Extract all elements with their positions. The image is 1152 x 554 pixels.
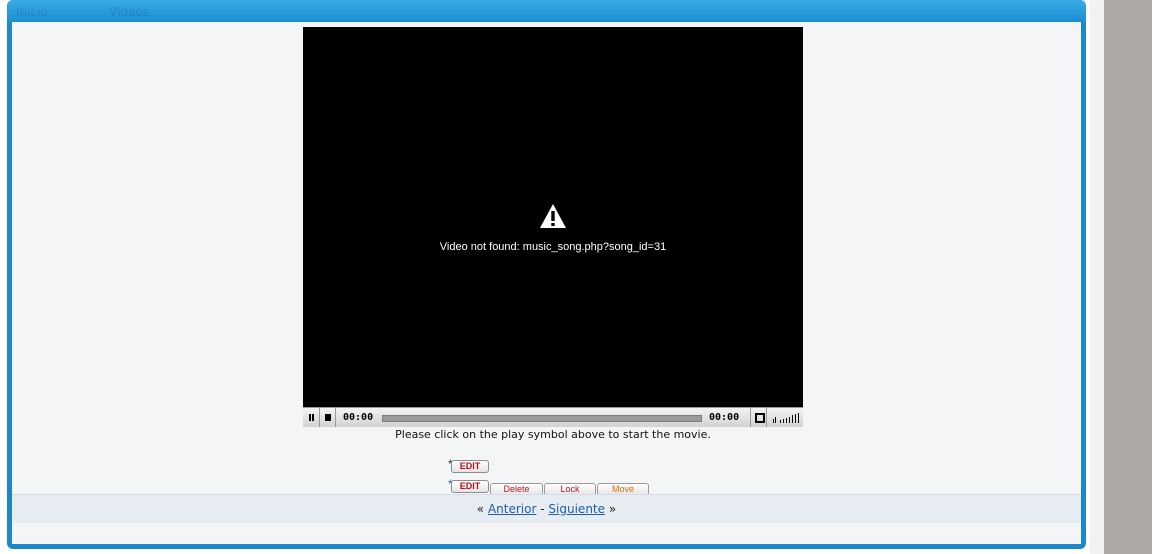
breadcrumb-item[interactable]: Inicio bbox=[16, 5, 48, 19]
prev-quote: « bbox=[476, 502, 485, 516]
volume-icon[interactable] bbox=[773, 413, 799, 423]
stop-icon[interactable] bbox=[320, 408, 336, 427]
pause-icon[interactable] bbox=[303, 408, 320, 427]
total-time: 00:00 bbox=[709, 412, 740, 423]
next-link[interactable]: Siguiente bbox=[548, 502, 605, 516]
edit-topic-button[interactable]: EDIT bbox=[451, 480, 489, 493]
edit-button[interactable]: EDIT bbox=[451, 460, 489, 473]
player-caption: Please click on the play symbol above to… bbox=[395, 428, 711, 441]
video-player[interactable]: Video not found: music_song.php?song_id=… bbox=[303, 27, 803, 427]
fullscreen-icon[interactable] bbox=[750, 408, 767, 427]
next-quote: » bbox=[608, 502, 617, 516]
elapsed-time: 00:00 bbox=[343, 412, 374, 423]
prev-link[interactable]: Anterior bbox=[488, 502, 536, 516]
frame-title-bar: Inicio Vídeos bbox=[7, 0, 1086, 22]
page-gutter bbox=[1090, 0, 1104, 554]
video-screen[interactable]: Video not found: music_song.php?song_id=… bbox=[303, 27, 803, 407]
content-frame: Inicio Vídeos Video not found: music_son… bbox=[7, 0, 1086, 549]
video-error-message: Video not found: music_song.php?song_id=… bbox=[439, 241, 667, 253]
pagination: « Anterior - Siguiente » bbox=[12, 494, 1081, 523]
warning-icon bbox=[540, 204, 566, 228]
player-controls: 00:00 00:00 bbox=[303, 407, 803, 427]
breadcrumb-item[interactable]: Vídeos bbox=[109, 5, 149, 19]
window-side-strip bbox=[1104, 0, 1152, 554]
seek-bar[interactable] bbox=[382, 415, 702, 422]
content-panel: Video not found: music_song.php?song_id=… bbox=[12, 22, 1081, 544]
pager-separator: - bbox=[540, 502, 545, 516]
